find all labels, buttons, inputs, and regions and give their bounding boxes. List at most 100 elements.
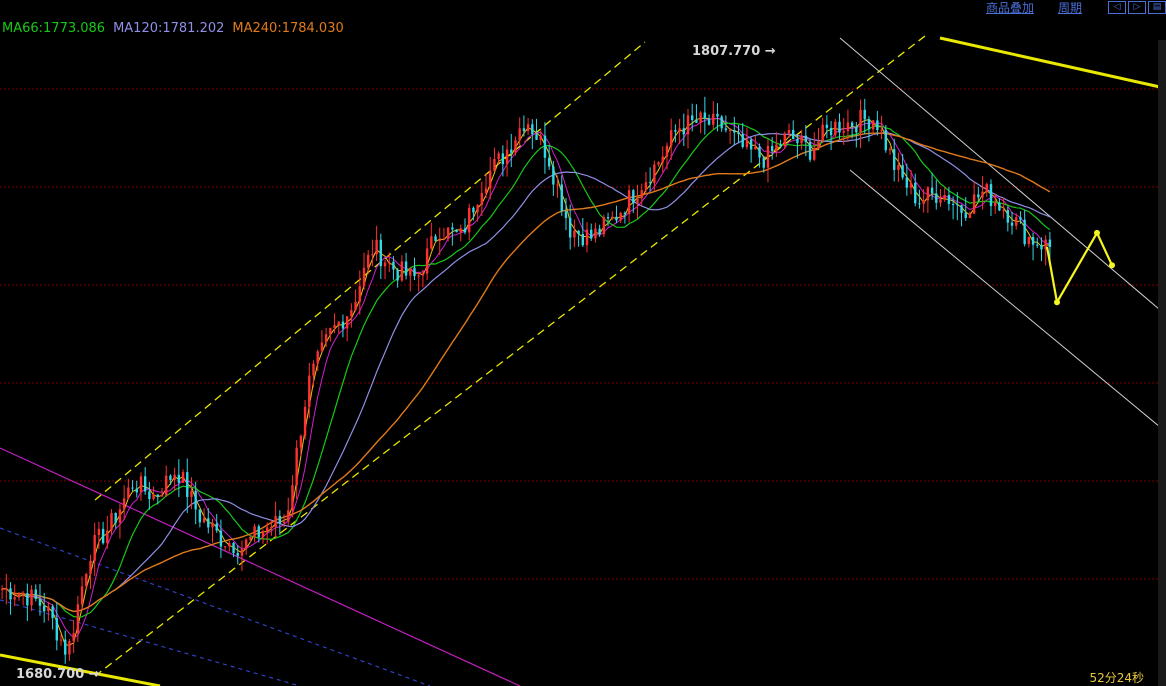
candle-body [585, 229, 589, 246]
candle-body [392, 261, 395, 270]
price-chart[interactable]: 1807.770 → 1680.700 → [0, 0, 1166, 686]
candle-body [1040, 244, 1043, 250]
candle-body [619, 212, 622, 221]
candle-body [796, 139, 799, 144]
candle-body [522, 128, 526, 131]
candle-body [463, 228, 467, 233]
candle-body [232, 542, 235, 553]
candle-body [749, 139, 753, 150]
candle-body [442, 238, 446, 240]
candle-body [472, 207, 475, 213]
candle-body [699, 112, 702, 123]
forecast-point [1109, 262, 1115, 269]
candle-body [977, 194, 980, 198]
candle-body [653, 164, 656, 184]
candle-body [745, 139, 749, 147]
candle-body [295, 447, 298, 486]
candle-body [59, 639, 63, 641]
candle-body [493, 159, 496, 172]
layout-icon[interactable]: ▤ [1148, 0, 1166, 14]
upper-channel-line [94, 41, 646, 501]
candle-body [388, 261, 391, 263]
candle-body [930, 187, 934, 194]
candle-body [451, 227, 454, 230]
candle-body [884, 129, 887, 151]
candle-body [186, 472, 189, 497]
candle-body [101, 528, 105, 544]
candle-body [964, 212, 967, 219]
candle-body [669, 130, 673, 146]
ma-short-yellow-line [2, 117, 1050, 646]
candle-body [312, 363, 315, 376]
candle-body [909, 182, 913, 188]
candle-body [968, 213, 972, 219]
candle-body [712, 113, 715, 125]
candle-body [249, 536, 252, 540]
candle-body [657, 162, 660, 165]
candle-body [993, 202, 997, 206]
candle-body [615, 216, 618, 221]
candle-body [375, 239, 378, 255]
candle-body [880, 129, 883, 131]
arrow-right-icon[interactable]: ▷ [1128, 0, 1146, 14]
high-price-label: 1807.770 → [692, 44, 776, 59]
candle-body [1023, 219, 1026, 245]
candle-body [594, 228, 597, 239]
candle-body [510, 149, 513, 153]
candle-body [863, 109, 866, 120]
lower-channel-line [94, 35, 926, 677]
candle-body [287, 510, 290, 522]
candle-body [181, 472, 185, 483]
candle-body [350, 310, 353, 317]
candle-body [855, 126, 858, 133]
candle-body [270, 527, 273, 529]
candle-body [686, 115, 690, 135]
candle-body [379, 239, 383, 267]
candle-body [695, 119, 698, 123]
candle-body [47, 606, 50, 612]
candle-body [80, 586, 84, 605]
candle-body [754, 146, 757, 150]
candle-body [497, 153, 500, 160]
candle-body [766, 146, 770, 168]
candle-body [598, 228, 601, 235]
candle-body [202, 518, 206, 523]
candle-body [135, 488, 138, 493]
candle-body [813, 147, 816, 160]
candle-body [876, 120, 879, 130]
candle-body [943, 194, 946, 200]
period-button[interactable]: 周期 [1058, 0, 1082, 16]
overlay-button[interactable]: 商品叠加 [986, 0, 1034, 16]
candle-body [1006, 210, 1010, 223]
candle-body [143, 476, 147, 492]
low-price-label: 1680.700 → [16, 667, 100, 682]
candle-body [76, 604, 80, 634]
candle-body [362, 267, 366, 287]
candle-body [337, 321, 340, 325]
candle-body [825, 124, 829, 128]
arrow-left-icon[interactable]: ◁ [1108, 0, 1126, 14]
magenta-line-1 [0, 447, 521, 686]
candle-body [329, 327, 332, 335]
forecast-point [1054, 299, 1060, 306]
candle-body [960, 205, 963, 213]
trend-channels [0, 35, 1166, 686]
candle-body [236, 552, 239, 556]
candle-body [417, 275, 420, 277]
candle-body [371, 254, 374, 256]
candle-body [640, 190, 643, 199]
candle-body [762, 157, 765, 168]
down-channel-upper [839, 37, 1166, 316]
candle-body [770, 146, 774, 152]
candle-body [51, 606, 54, 619]
candle-body [703, 112, 707, 119]
candle-body [590, 229, 593, 239]
candle-body [165, 475, 168, 496]
candle-body [211, 523, 214, 528]
candle-body [34, 589, 37, 599]
ma240-label: MA240:1784.030 [232, 21, 344, 36]
candle-body [505, 149, 509, 165]
candle-body [627, 190, 631, 215]
candle-body [888, 149, 892, 151]
candle-body [834, 121, 837, 136]
